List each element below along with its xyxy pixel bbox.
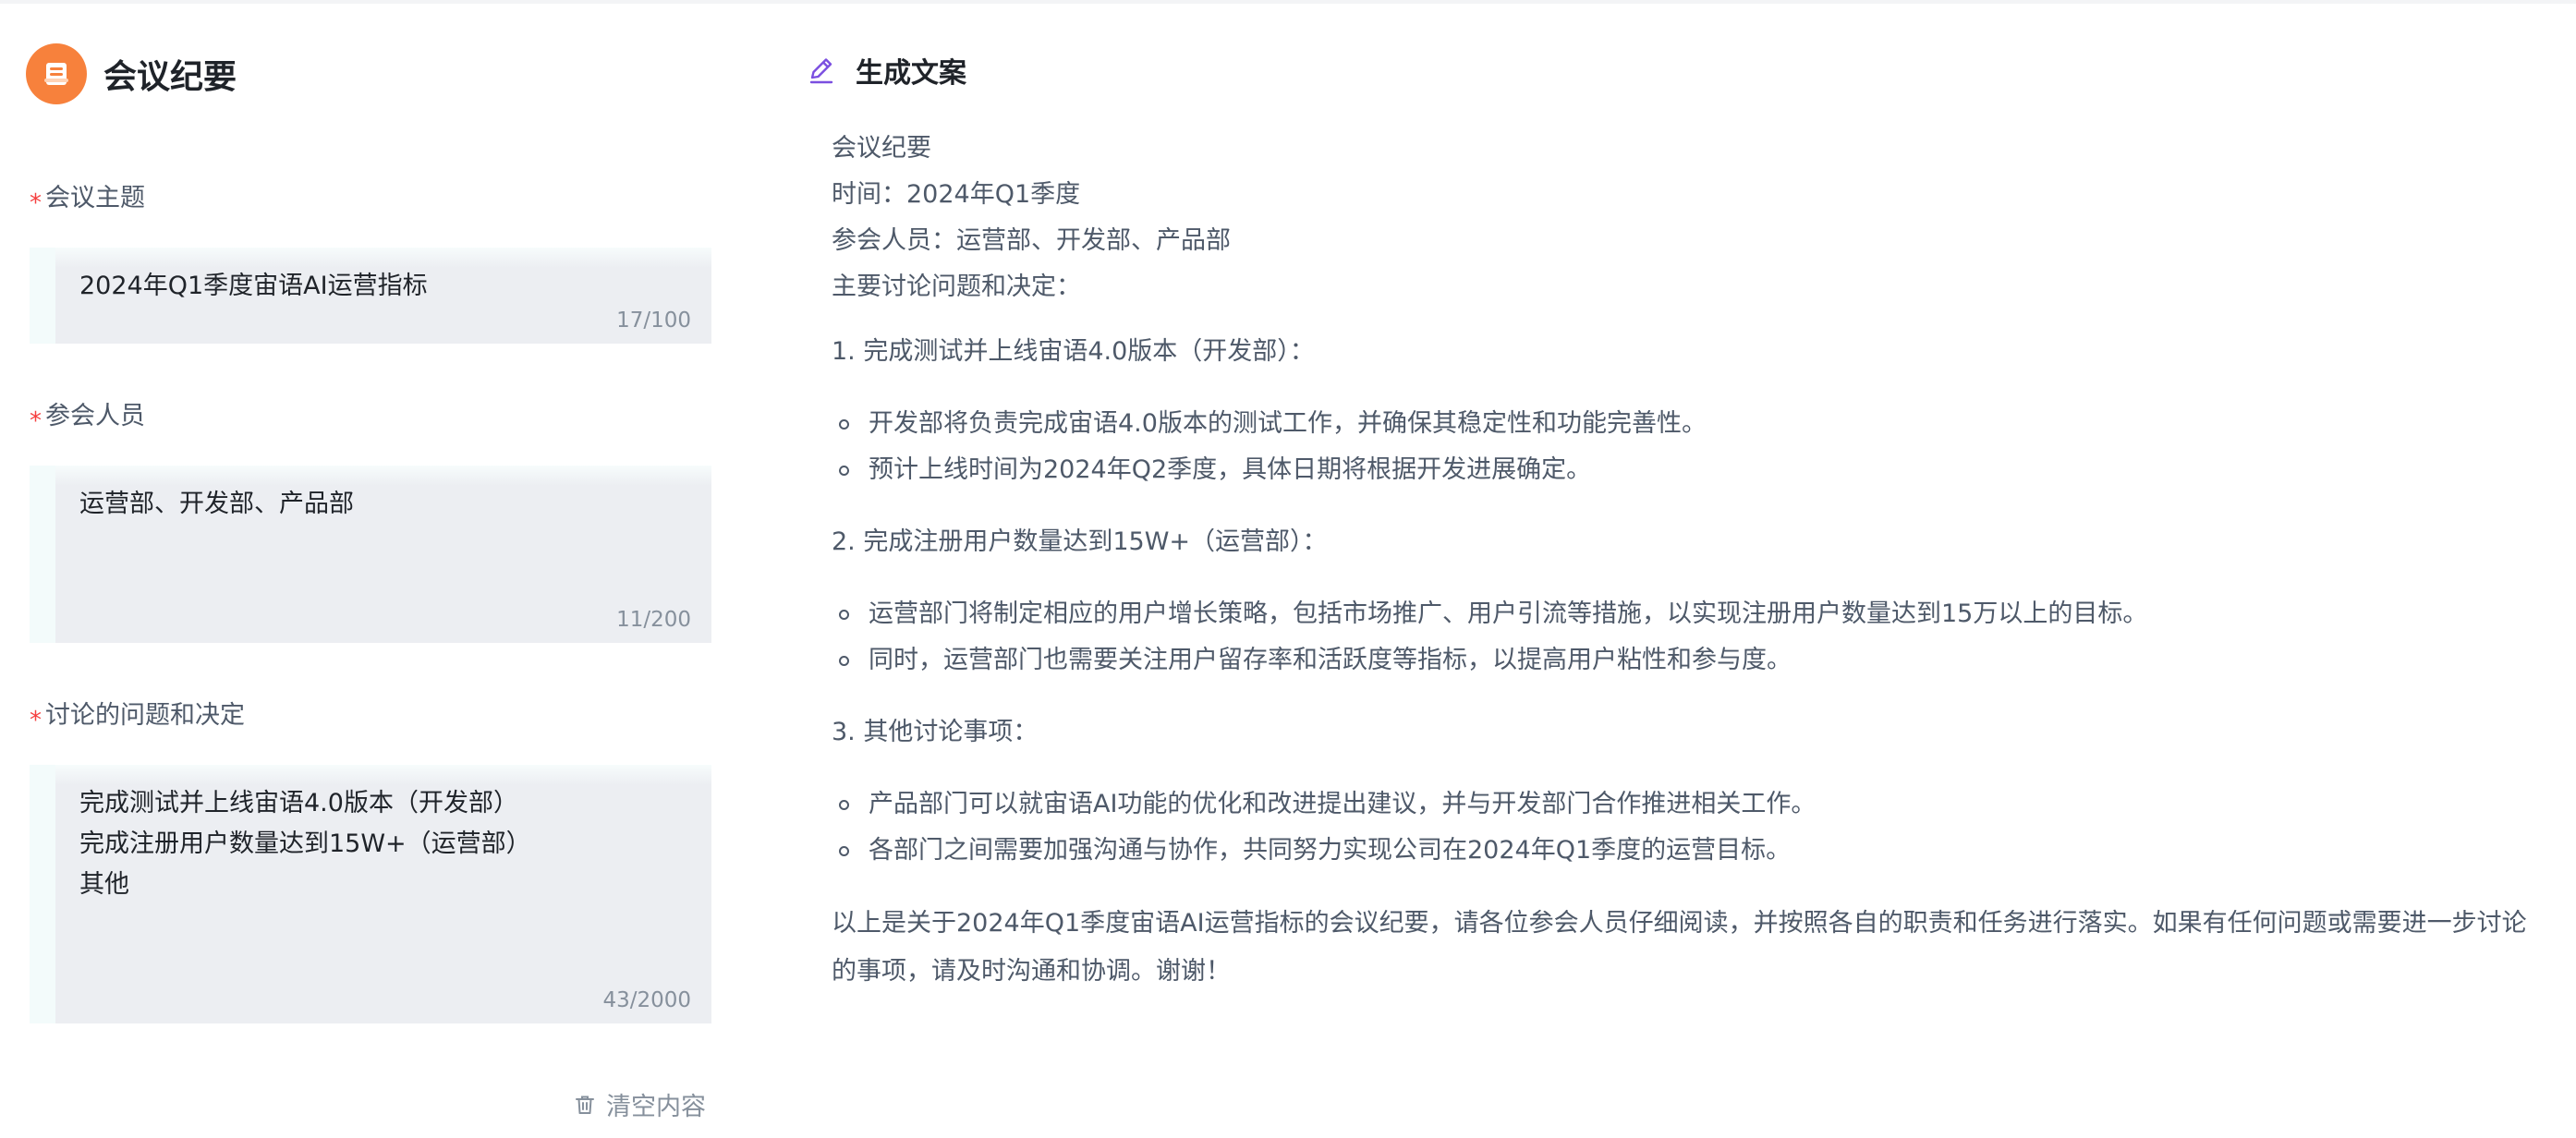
pencil-icon	[809, 58, 833, 84]
attendees-input-value: 运营部、开发部、产品部	[79, 490, 354, 518]
app-header: 会议纪要	[26, 43, 237, 104]
list-item: 各部门之间需要加强沟通与协作，共同努力实现公司在2024年Q1季度的运营目标。	[832, 828, 2541, 874]
list-item: 运营部门将制定相应的用户增长策略，包括市场推广、用户引流等措施，以实现注册用户数…	[832, 591, 2541, 637]
section-heading: 1. 完成测试并上线宙语4.0版本（开发部）：	[832, 337, 1315, 366]
discussion-input[interactable]: 完成测试并上线宙语4.0版本（开发部） 完成注册用户数量达到15W+（运营部） …	[30, 765, 711, 1023]
section-heading: 3. 其他讨论事项：	[832, 718, 1039, 746]
clear-content-label: 清空内容	[606, 1093, 706, 1121]
list-item: 同时，运营部门也需要关注用户留存率和活跃度等指标，以提高用户粘性和参与度。	[832, 637, 2541, 684]
required-mark: *	[30, 707, 42, 734]
generated-document: 会议纪要 时间：2024年Q1季度 参会人员：运营部、开发部、产品部 主要讨论问…	[832, 126, 2541, 996]
attendees-input[interactable]: 运营部、开发部、产品部 11/200	[30, 466, 711, 643]
app-title: 会议纪要	[103, 58, 237, 96]
doc-discussion-heading: 主要讨论问题和决定：	[832, 272, 1081, 301]
required-mark: *	[30, 407, 42, 435]
section-heading: 2. 完成注册用户数量达到15W+（运营部）：	[832, 527, 1328, 556]
discussion-input-value: 完成测试并上线宙语4.0版本（开发部） 完成注册用户数量达到15W+（运营部） …	[79, 789, 531, 899]
topic-label: * 会议主题	[30, 184, 145, 217]
required-mark: *	[30, 189, 42, 217]
discussion-label: * 讨论的问题和决定	[30, 701, 245, 734]
doc-title: 会议纪要	[832, 134, 931, 163]
topic-char-count: 17/100	[616, 309, 691, 333]
topic-input-value: 2024年Q1季度宙语AI运营指标	[79, 272, 428, 300]
attendees-label: * 参会人员	[30, 402, 145, 435]
output-title: 生成文案	[852, 50, 970, 93]
clear-content-button[interactable]: 清空内容	[573, 1086, 706, 1122]
list-item: 开发部将负责完成宙语4.0版本的测试工作，并确保其稳定性和功能完善性。	[832, 401, 2541, 447]
discussion-char-count: 43/2000	[602, 988, 691, 1012]
output-header: 生成文案	[806, 50, 970, 93]
doc-time: 时间：2024年Q1季度	[832, 180, 1081, 209]
list-item: 产品部门可以就宙语AI功能的优化和改进提出建议，并与开发部门合作推进相关工作。	[832, 781, 2541, 828]
topic-input[interactable]: 2024年Q1季度宙语AI运营指标 17/100	[30, 248, 711, 344]
output-panel: 生成文案 会议纪要 时间：2024年Q1季度 参会人员：运营部、开发部、产品部 …	[795, 0, 2550, 1138]
trash-icon	[576, 1096, 594, 1114]
form-panel: 会议纪要 * 会议主题 2024年Q1季度宙语AI运营指标 17/100 * 参会人…	[0, 0, 739, 1138]
attendees-char-count: 11/200	[616, 608, 691, 632]
document-icon	[26, 43, 87, 104]
doc-summary: 以上是关于2024年Q1季度宙语AI运营指标的会议纪要，请各位参会人员仔细阅读，…	[832, 909, 2527, 986]
doc-attendees: 参会人员：运营部、开发部、产品部	[832, 226, 1231, 255]
list-item: 预计上线时间为2024年Q2季度，具体日期将根据开发进展确定。	[832, 447, 2541, 493]
